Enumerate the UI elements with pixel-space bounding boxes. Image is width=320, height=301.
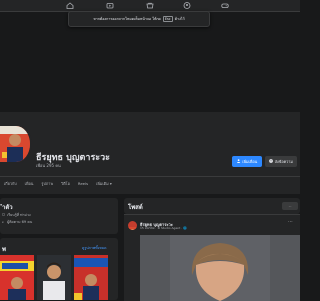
globe-icon [2,213,5,217]
intro-line-location-text: เรียนรู้ที่ ท่าม่วง [7,213,31,217]
intro-title: ำตัว [2,204,13,211]
notice-text-after: ค้างไว้ [174,17,185,21]
photos-card: พ ดูรูปภาพทั้งหมด [0,238,118,300]
photos-title: พ [2,246,6,253]
tab-more[interactable]: เพิ่มเติม ▾ [96,181,112,187]
tab-about[interactable]: เกี่ยวกับ [4,181,17,187]
messenger-icon [269,159,273,164]
tab-photos[interactable]: รูปภาพ [41,181,53,187]
profile-divider [0,176,300,177]
person-add-icon [236,159,241,164]
fullscreen-exit-notice: หากต้องการออกจากโหมดเต็มหน้าจอ ให้กด Esc… [68,11,210,27]
photo-thumbnail[interactable] [37,255,71,300]
marketplace-icon[interactable] [146,2,154,9]
intro-line-followers-text: ผู้ติดตาม 69 คน [7,220,33,224]
rss-icon [2,220,5,224]
post-meta: 15 มีนาคม · ⚙ Studio Agent · 🌐 [140,226,187,230]
intro-line-followers: ผู้ติดตาม 69 คน [2,219,32,225]
profile-avatar[interactable] [0,124,32,164]
tab-friends[interactable]: เพื่อน [25,181,34,187]
posts-title: โพสต์ [128,204,143,211]
photo-thumbnail[interactable] [0,255,34,300]
message-label: ส่งข้อความ [274,158,293,164]
profile-tabs: เกี่ยวกับ เพื่อน รูปภาพ วิดีโอ Reels เพิ… [4,181,112,187]
tab-reels[interactable]: Reels [78,181,88,187]
gaming-icon[interactable] [221,2,229,9]
post-author-avatar[interactable] [128,221,137,230]
post-options-button[interactable]: ··· [288,219,293,225]
home-icon[interactable] [66,2,74,9]
post-card: ธีรยุทธ บุญตาระวะ 15 มีนาคม · ⚙ Studio A… [124,214,300,301]
add-friend-button[interactable]: เพิ่มเพื่อน [232,156,262,167]
video-icon[interactable] [106,2,114,9]
message-button[interactable]: ส่งข้อความ [265,156,297,167]
groups-icon[interactable] [183,2,191,9]
post-image[interactable] [140,235,300,301]
notice-text-before: หากต้องการออกจากโหมดเต็มหน้าจอ ให้กด [93,17,161,21]
friend-count[interactable]: เพื่อน 295 คน [36,162,61,169]
tab-videos[interactable]: วิดีโอ [61,181,70,187]
intro-card: ำตัว เรียนรู้ที่ ท่าม่วง ผู้ติดตาม 69 คน [0,198,118,234]
esc-key-hint: Esc [162,16,173,22]
photo-thumbnail[interactable] [74,255,108,300]
see-all-photos-link[interactable]: ดูรูปภาพทั้งหมด [82,245,107,251]
add-friend-label: เพิ่มเพื่อน [242,158,258,164]
filters-button[interactable]: ··· [282,202,298,210]
posts-header: โพสต์ ··· [124,198,300,214]
intro-line-location: เรียนรู้ที่ ท่าม่วง [2,212,31,218]
